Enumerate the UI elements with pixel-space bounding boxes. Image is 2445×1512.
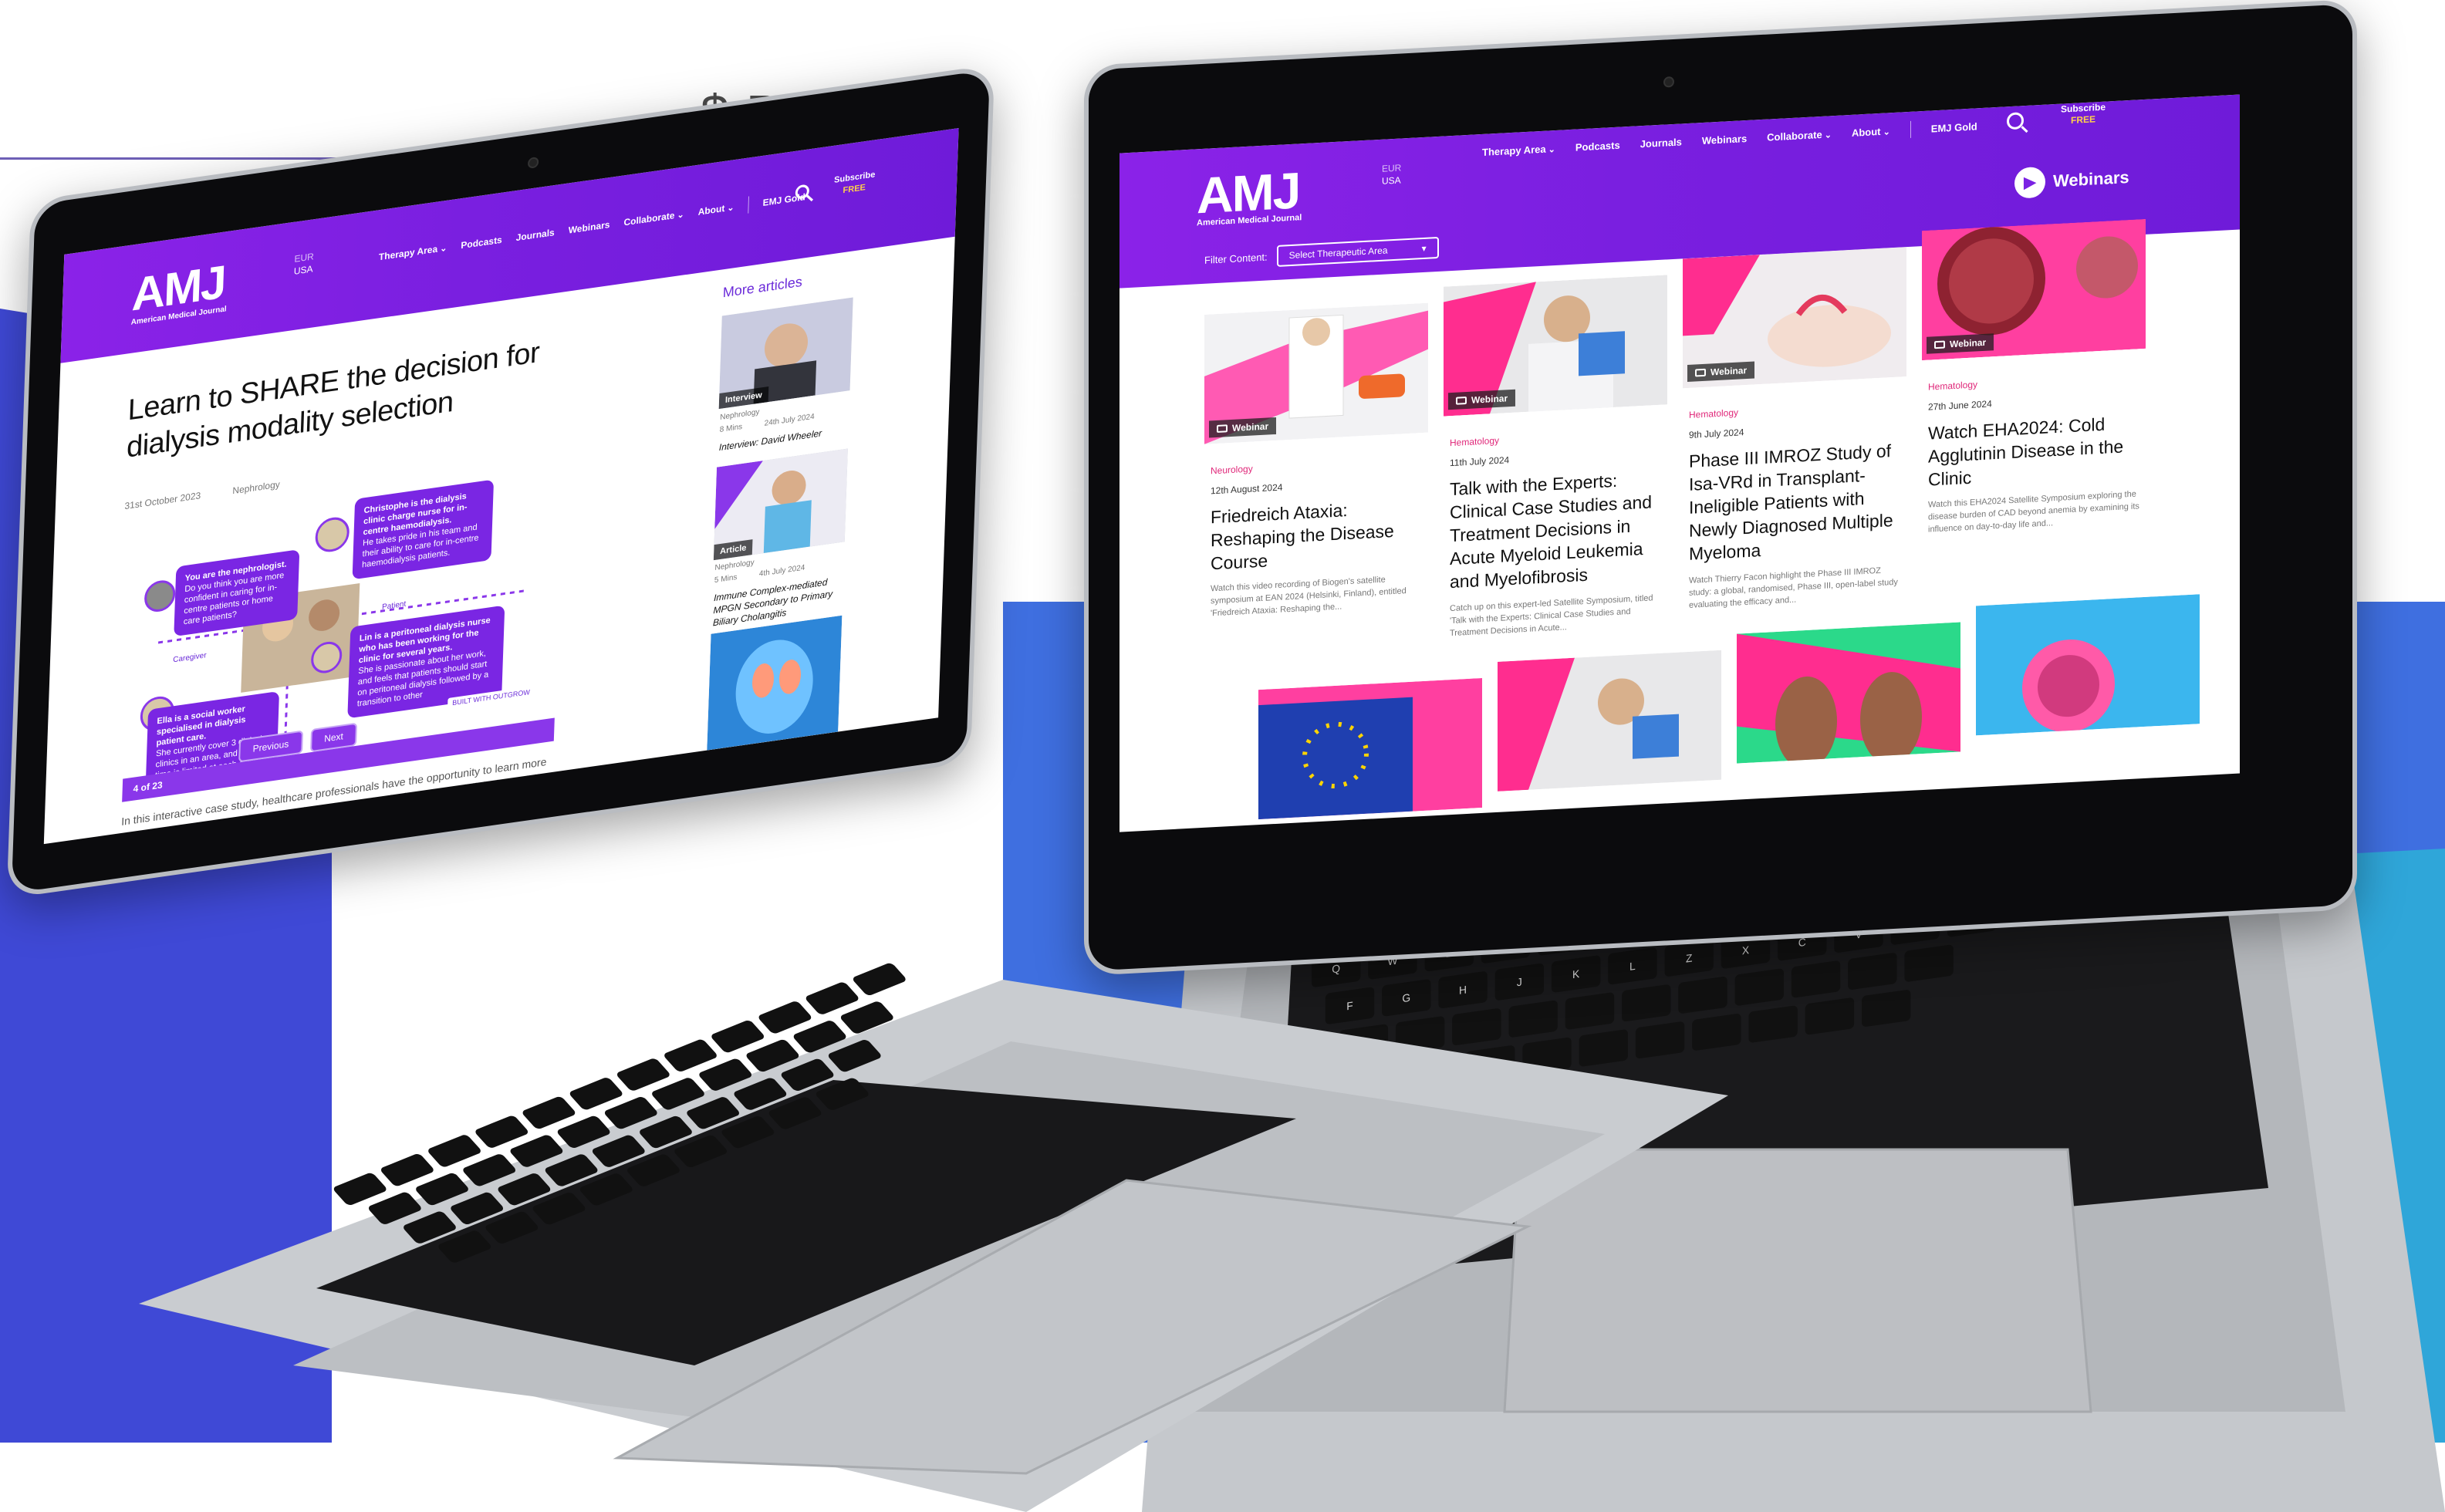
side-article-thumb[interactable]: [707, 615, 843, 751]
nav-separator: [748, 196, 749, 214]
left-laptop: AMJ American Medical Journal EUR USA The…: [0, 0, 2445, 1512]
side-article-thumb[interactable]: Article: [713, 448, 848, 561]
left-laptop-deck: [139, 980, 1728, 1512]
article-category[interactable]: Nephrology: [232, 479, 280, 497]
nav-journals[interactable]: Journals: [515, 227, 554, 243]
side-date: 4th July 2024: [758, 563, 805, 579]
nav-about[interactable]: About: [697, 201, 734, 218]
region-switch[interactable]: EUR USA: [294, 250, 314, 278]
side-read-time: 5 Mins: [714, 572, 738, 586]
side-date: 24th July 2024: [764, 412, 815, 428]
left-laptop-lid: AMJ American Medical Journal EUR USA The…: [6, 64, 995, 899]
side-category[interactable]: Nephrology: [720, 408, 760, 422]
main-nav: Therapy Area Podcasts Journals Webinars …: [379, 188, 806, 265]
article-title: Learn to SHARE the decision for dialysis…: [126, 336, 540, 464]
side-article-thumb[interactable]: Interview: [718, 297, 853, 410]
nav-webinars[interactable]: Webinars: [568, 219, 610, 236]
nav-collaborate[interactable]: Collaborate: [623, 208, 684, 228]
article-date: 31st October 2023: [124, 490, 201, 512]
more-articles-heading: More articles: [722, 273, 803, 301]
left-screen: AMJ American Medical Journal EUR USA The…: [43, 127, 959, 845]
search-icon[interactable]: [795, 184, 810, 201]
webcam: [527, 156, 539, 169]
nav-therapy-area[interactable]: Therapy Area: [379, 242, 447, 263]
progress-label: 4 of 23: [133, 779, 163, 795]
side-category[interactable]: Nephrology: [714, 559, 755, 572]
subscribe-button[interactable]: Subscribe FREE: [833, 169, 876, 198]
nav-podcasts[interactable]: Podcasts: [461, 235, 502, 251]
side-read-time: 8 Mins: [719, 422, 743, 435]
kidney-photo: [707, 615, 843, 751]
